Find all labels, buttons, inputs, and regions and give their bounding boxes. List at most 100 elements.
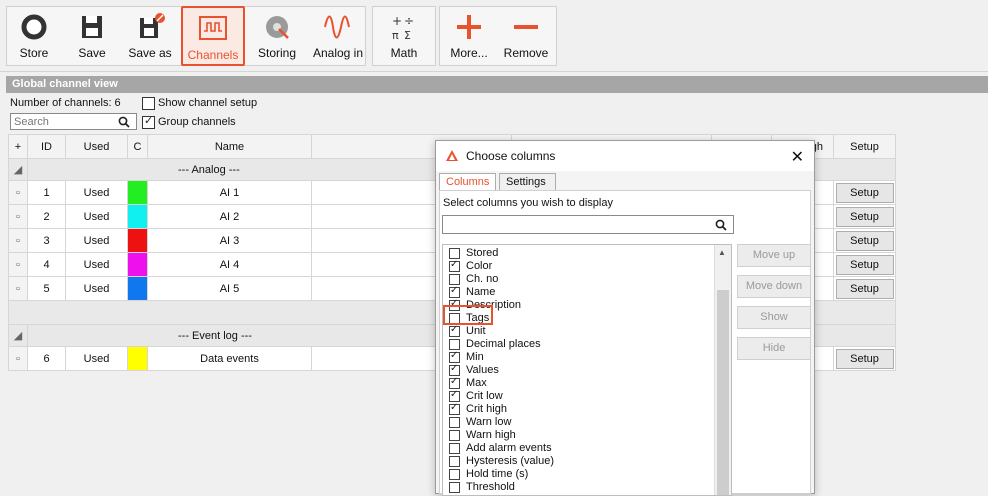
channel-color [127, 204, 148, 229]
channel-id: 6 [27, 346, 66, 371]
plus-icon [457, 15, 481, 39]
store-button[interactable]: Store [8, 6, 60, 66]
channel-id: 1 [27, 180, 66, 205]
move-down-button[interactable]: Move down [737, 275, 811, 298]
save-as-button[interactable]: Save as [122, 6, 178, 66]
column-checkbox[interactable] [449, 274, 460, 285]
tags-highlight [443, 305, 493, 325]
channel-color [127, 252, 148, 277]
collapse-icon[interactable]: ◢ [8, 324, 28, 347]
channel-setup-cell: Setup [833, 180, 896, 205]
row-handle: ▫ [8, 346, 28, 371]
channels-icon [199, 16, 227, 40]
column-label: Threshold [466, 481, 515, 493]
column-checkbox[interactable] [449, 469, 460, 480]
column-checkbox[interactable] [449, 248, 460, 259]
minus-icon [514, 25, 538, 29]
column-label: Color [466, 260, 493, 272]
column-label: Hysteresis (value) [466, 455, 555, 467]
column-checkbox[interactable] [449, 389, 460, 402]
setup-button[interactable]: Setup [835, 254, 894, 275]
channel-id: 3 [27, 228, 66, 253]
svg-text:Σ: Σ [404, 29, 411, 41]
channel-id: 4 [27, 252, 66, 277]
analog-in-button[interactable]: Analog in [309, 6, 367, 66]
channel-used: Used [65, 180, 128, 205]
column-label: Stored [466, 247, 499, 259]
column-label: Name [466, 286, 496, 298]
app-logo-icon [446, 150, 458, 161]
tab-settings[interactable]: Settings [499, 173, 556, 191]
column-list[interactable]: ▲ StoredColorCh. noNameDescriptionTagsUn… [442, 244, 732, 496]
show-button[interactable]: Show [737, 306, 811, 329]
channel-name: AI 2 [147, 204, 312, 229]
setup-button[interactable]: Setup [835, 206, 894, 227]
remove-button[interactable]: Remove [498, 6, 554, 66]
close-icon[interactable]: ✕ [791, 147, 804, 167]
collapse-icon[interactable]: ◢ [8, 158, 28, 181]
scroll-up-icon[interactable]: ▲ [718, 248, 726, 257]
dialog-titlebar: Choose columns ✕ [436, 141, 814, 171]
more-button[interactable]: More... [441, 6, 497, 66]
channels-button[interactable]: Channels [181, 6, 245, 66]
column-label: Crit high [466, 403, 507, 415]
storing-button[interactable]: Storing [249, 6, 305, 66]
channel-setup-cell: Setup [833, 346, 896, 371]
channel-used: Used [65, 276, 128, 301]
group-channels-checkbox[interactable] [142, 114, 155, 129]
col-used[interactable]: Used [65, 134, 128, 159]
channel-used: Used [65, 252, 128, 277]
col-plus[interactable]: + [8, 134, 28, 159]
show-channel-setup-label: Show channel setup [158, 97, 258, 109]
channel-color [127, 228, 148, 253]
column-checkbox[interactable] [449, 456, 460, 467]
column-label: Decimal places [466, 338, 541, 350]
dialog-prompt: Select columns you wish to display [443, 197, 613, 209]
record-icon [21, 14, 47, 40]
column-checkbox[interactable] [449, 259, 460, 272]
hide-button[interactable]: Hide [737, 337, 811, 360]
channel-name: AI 4 [147, 252, 312, 277]
col-setup[interactable]: Setup [833, 134, 896, 159]
channel-color [127, 346, 148, 371]
column-checkbox[interactable] [449, 285, 460, 298]
col-id[interactable]: ID [27, 134, 66, 159]
tab-columns[interactable]: Columns [439, 173, 496, 191]
move-up-button[interactable]: Move up [737, 244, 811, 267]
math-button[interactable]: + ÷ π Σ Math [374, 6, 434, 66]
column-checkbox[interactable] [449, 376, 460, 389]
setup-button[interactable]: Setup [835, 348, 894, 369]
column-checkbox[interactable] [449, 339, 460, 350]
channel-setup-cell: Setup [833, 228, 896, 253]
channel-used: Used [65, 346, 128, 371]
setup-button[interactable]: Setup [835, 278, 894, 299]
col-name[interactable]: Name [147, 134, 312, 159]
row-handle: ▫ [8, 228, 28, 253]
column-label: Hold time (s) [466, 468, 529, 480]
column-checkbox[interactable] [449, 417, 460, 428]
svg-text:÷: ÷ [404, 14, 414, 28]
list-scrollbar[interactable]: ▲ [714, 245, 731, 495]
search-icon[interactable] [118, 116, 130, 128]
show-channel-setup-checkbox[interactable] [142, 97, 155, 110]
floppy-icon [82, 16, 102, 38]
col-color[interactable]: C [127, 134, 148, 159]
channel-color [127, 276, 148, 301]
column-checkbox[interactable] [449, 363, 460, 376]
channel-setup-cell: Setup [833, 276, 896, 301]
column-checkbox[interactable] [449, 324, 460, 337]
column-checkbox[interactable] [449, 443, 460, 454]
panel-title: Global channel view [6, 76, 988, 93]
scrollbar-thumb[interactable] [717, 290, 729, 495]
column-checkbox[interactable] [449, 430, 460, 441]
column-checkbox[interactable] [449, 350, 460, 363]
column-checkbox[interactable] [449, 402, 460, 415]
setup-button[interactable]: Setup [835, 182, 894, 203]
row-handle: ▫ [8, 204, 28, 229]
column-search-input[interactable] [442, 215, 734, 234]
channel-name: AI 3 [147, 228, 312, 253]
save-button[interactable]: Save [64, 6, 120, 66]
column-checkbox[interactable] [449, 482, 460, 493]
setup-button[interactable]: Setup [835, 230, 894, 251]
search-icon[interactable] [715, 219, 727, 231]
